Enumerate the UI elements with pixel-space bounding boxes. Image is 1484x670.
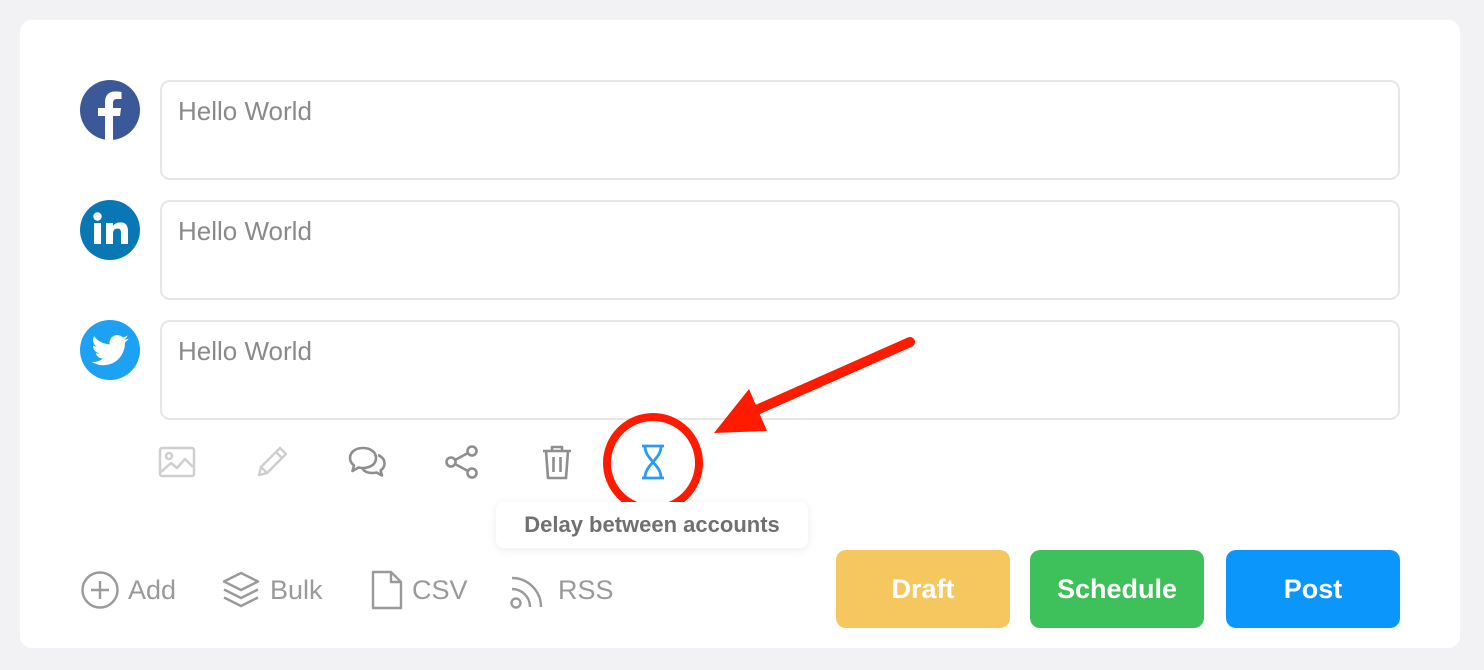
facebook-icon	[98, 91, 122, 140]
linkedin-message-input[interactable]: Hello World	[160, 200, 1400, 300]
trash-icon	[543, 445, 571, 480]
file-icon	[371, 570, 403, 610]
rss-label: RSS	[558, 574, 614, 605]
edit-button[interactable]	[252, 442, 292, 482]
pencil-icon	[257, 446, 288, 477]
image-icon	[158, 446, 196, 478]
share-icon	[445, 445, 478, 479]
schedule-button[interactable]: Schedule	[1030, 550, 1204, 628]
layers-icon	[222, 571, 260, 608]
add-image-button[interactable]	[157, 442, 197, 482]
csv-label: CSV	[412, 574, 468, 605]
add-label: Add	[128, 574, 177, 605]
comments-button[interactable]	[347, 442, 387, 482]
facebook-avatar	[80, 80, 140, 140]
bulk-label: Bulk	[270, 574, 323, 605]
post-button[interactable]: Post	[1226, 550, 1400, 628]
twitter-message-input[interactable]: Hello World	[160, 320, 1400, 420]
twitter-icon	[91, 335, 129, 366]
delay-between-accounts-button[interactable]	[633, 442, 673, 482]
rss-link[interactable]: RSS	[508, 568, 614, 612]
bulk-link[interactable]: Bulk	[220, 568, 323, 612]
linkedin-avatar	[80, 200, 140, 260]
delay-tooltip: Delay between accounts	[496, 502, 808, 548]
comments-icon	[348, 446, 386, 477]
facebook-message-input[interactable]: Hello World	[160, 80, 1400, 180]
share-button[interactable]	[442, 442, 482, 482]
twitter-avatar	[80, 320, 140, 380]
hourglass-icon	[642, 444, 664, 480]
linkedin-icon	[93, 212, 128, 244]
draft-button[interactable]: Draft	[836, 550, 1010, 628]
plus-circle-icon	[81, 571, 119, 609]
rss-icon	[510, 576, 543, 609]
add-account-link[interactable]: Add	[80, 568, 176, 612]
delete-button[interactable]	[537, 442, 577, 482]
csv-link[interactable]: CSV	[370, 568, 468, 612]
